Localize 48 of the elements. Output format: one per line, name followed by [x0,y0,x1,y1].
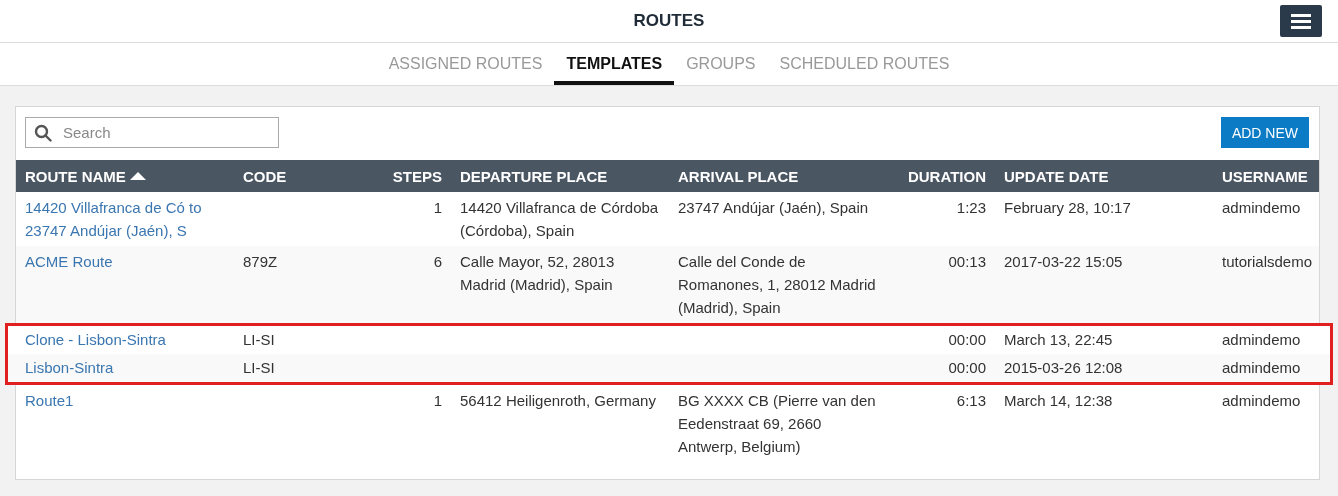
table-cell: 1 [433,392,442,409]
table-cell: admindemo [1222,199,1301,216]
search-field[interactable]: Search [25,117,279,148]
route-name-link[interactable]: Lisbon-Sintra [25,356,225,379]
table-cell: 6 [433,253,442,270]
table-cell: 1 [433,199,442,216]
table-cell: admindemo [1222,359,1301,376]
page-title: ROUTES [633,11,705,31]
route-name-link[interactable]: 14420 Villafranca de Có to 23747 Andújar (Jaén), S [25,196,225,242]
route-name-link[interactable]: ACME Route [25,250,225,273]
table-cell: BG XXXX CB (Pierre van den Eedenstraat 69, 2660 Antwerp, Belgium) [678,392,876,455]
menu-button[interactable] [1280,5,1322,37]
table-cell: Calle Mayor, 52, 28013 Madrid (Madrid), Spain [460,253,615,293]
table-cell: 14420 Villafranca de Córdoba (Córdoba), Spain [460,199,659,239]
column-header[interactable]: ARRIVAL PLACE [669,167,891,185]
table-cell: 56412 Heiligenroth, Germany [460,392,656,409]
table-cell: 00:00 [948,331,986,348]
column-header[interactable]: DEPARTURE PLACE [451,167,669,185]
route-name-link[interactable]: Clone - Lisbon-Sintra [25,328,225,351]
route-name-link[interactable]: Route1 [25,389,225,412]
table-cell: March 13, 22:45 [1004,331,1113,348]
table-cell: 2015-03-26 12:08 [1004,359,1123,376]
table-cell: admindemo [1222,392,1301,409]
column-header[interactable]: DURATION [891,167,995,185]
column-header[interactable]: USERNAME [1213,167,1319,185]
search-icon [34,124,52,142]
add-new-button[interactable]: ADD NEW [1220,117,1309,148]
table-cell: February 28, 10:17 [1004,199,1131,216]
table-cell: 1:23 [956,199,986,216]
table-cell: LI-SI [243,359,275,376]
table-cell: 23747 Andújar (Jaén), Spain [678,199,869,216]
table-cell: admindemo [1222,331,1301,348]
menu-icon [1291,13,1311,29]
table-cell: 2017-03-22 15:05 [1004,253,1123,270]
table-cell: LI-SI [243,331,275,348]
column-header[interactable]: UPDATE DATE [995,167,1213,185]
table-cell: 6:13 [956,392,986,409]
table-cell: 879Z [243,253,278,270]
table-cell: 00:13 [948,253,986,270]
table-cell: Calle del Conde de Romanones, 1, 28012 Madrid (Madrid), Spain [678,253,876,316]
table-cell: March 14, 12:38 [1004,392,1113,409]
column-header[interactable]: ROUTE NAME [16,167,234,185]
column-header[interactable]: STEPS [354,167,451,185]
column-header[interactable]: CODE [234,167,354,185]
sort-ascending-icon [129,172,146,180]
table-cell: tutorialsdemo [1222,253,1313,270]
table-cell: 00:00 [948,359,986,376]
tab[interactable]: TEMPLATES [554,43,675,85]
